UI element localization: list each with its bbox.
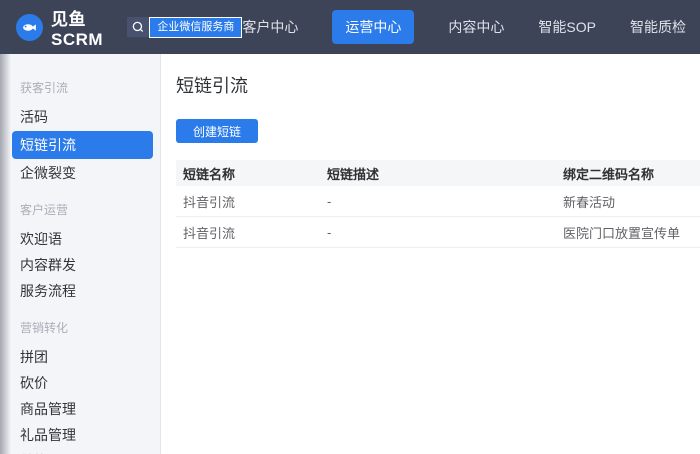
- column-header-name: 短链名称: [176, 164, 320, 183]
- sidebar-section-marketing: 营销转化 拼团 砍价 商品管理 礼品管理 兑换码: [0, 319, 160, 454]
- cell-short-link-description: -: [320, 194, 556, 209]
- sidebar-item-service-flow[interactable]: 服务流程: [0, 278, 160, 304]
- table-row: 抖音引流 - 医院门口放置宣传单: [176, 217, 700, 248]
- cell-short-link-name: 抖音引流: [176, 192, 320, 211]
- page-body: 获客引流 活码 短链引流 企微裂变 客户运营 欢迎语 内容群发 服务流程 营销转…: [0, 54, 700, 454]
- short-link-table: 短链名称 短链描述 绑定二维码名称 抖音引流 - 新春活动 抖音引流 - 医院门…: [176, 160, 700, 248]
- column-header-qr-name: 绑定二维码名称: [556, 164, 700, 183]
- nav-smart-qc[interactable]: 智能质检: [630, 17, 686, 37]
- top-nav: 客户中心 运营中心 内容中心 智能SOP 智能质检: [242, 10, 686, 44]
- sidebar-item-short-link[interactable]: 短链引流: [12, 131, 153, 159]
- sidebar-section-acquisition: 获客引流 活码 短链引流 企微裂变: [0, 79, 160, 186]
- logo[interactable]: 见鱼SCRM: [16, 5, 114, 50]
- sidebar-section-title: 营销转化: [20, 319, 160, 336]
- table-header-row: 短链名称 短链描述 绑定二维码名称: [176, 160, 700, 186]
- sidebar-item-group-buy[interactable]: 拼团: [0, 344, 160, 370]
- sidebar-item-product-management[interactable]: 商品管理: [0, 396, 160, 422]
- sidebar-section-customer-ops: 客户运营 欢迎语 内容群发 服务流程: [0, 201, 160, 304]
- sidebar: 获客引流 活码 短链引流 企微裂变 客户运营 欢迎语 内容群发 服务流程 营销转…: [0, 54, 161, 454]
- sidebar-item-content-broadcast[interactable]: 内容群发: [0, 252, 160, 278]
- badge-label: 企业微信服务商: [149, 17, 242, 38]
- main-content: 短链引流 创建短链 短链名称 短链描述 绑定二维码名称 抖音引流 - 新春活动 …: [161, 54, 700, 454]
- chat-bubble-icon: [127, 17, 149, 37]
- service-provider-badge: 企业微信服务商: [127, 17, 242, 38]
- sidebar-item-live-code[interactable]: 活码: [0, 104, 160, 130]
- nav-smart-sop[interactable]: 智能SOP: [538, 17, 596, 37]
- nav-content-center[interactable]: 内容中心: [448, 17, 504, 37]
- fish-logo-icon: [16, 14, 43, 41]
- cell-short-link-name: 抖音引流: [176, 223, 320, 242]
- sidebar-item-redeem-code[interactable]: 兑换码: [0, 448, 160, 454]
- sidebar-item-bargain[interactable]: 砍价: [0, 370, 160, 396]
- sidebar-section-title: 客户运营: [20, 201, 160, 218]
- cell-short-link-description: -: [320, 225, 556, 240]
- topbar: 见鱼SCRM 企业微信服务商 客户中心 运营中心 内容中心 智能SOP 智能质检: [0, 0, 700, 54]
- sidebar-item-qiwei-fission[interactable]: 企微裂变: [0, 160, 160, 186]
- sidebar-item-welcome-message[interactable]: 欢迎语: [0, 226, 160, 252]
- sidebar-item-gift-management[interactable]: 礼品管理: [0, 422, 160, 448]
- cell-qr-name: 新春活动: [556, 192, 700, 211]
- cell-qr-name: 医院门口放置宣传单: [556, 223, 700, 242]
- sidebar-section-title: 获客引流: [20, 79, 160, 96]
- table-row: 抖音引流 - 新春活动: [176, 186, 700, 217]
- nav-operation-center[interactable]: 运营中心: [332, 10, 414, 44]
- nav-customer-center[interactable]: 客户中心: [242, 17, 298, 37]
- create-short-link-button[interactable]: 创建短链: [176, 119, 258, 143]
- logo-text: 见鱼SCRM: [51, 5, 114, 50]
- page-title: 短链引流: [176, 72, 700, 98]
- column-header-description: 短链描述: [320, 164, 556, 183]
